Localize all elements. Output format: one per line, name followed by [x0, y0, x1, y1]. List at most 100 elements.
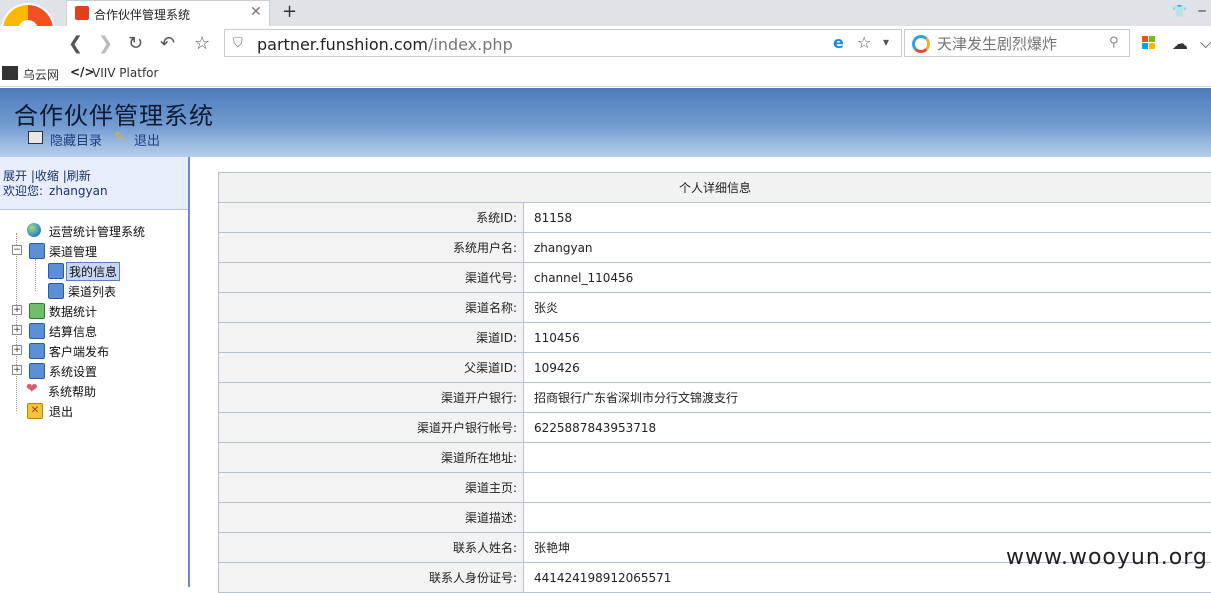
field-label: 父渠道ID: — [219, 353, 524, 383]
table-header-row: 个人详细信息 — [219, 173, 1211, 203]
bookmark-star-icon[interactable]: ☆ — [194, 34, 210, 54]
page-icon — [48, 263, 64, 279]
watermark: www.wooyun.org — [1006, 545, 1208, 570]
main-content: 个人详细信息 系统ID:81158 系统用户名:zhangyan 渠道代号:ch… — [190, 157, 1211, 587]
tree-item-label: 数据统计 — [49, 303, 97, 320]
tree-item-channel-mgmt[interactable]: − 渠道管理 — [12, 242, 182, 260]
field-value: channel_110456 — [524, 263, 1211, 293]
forward-icon[interactable]: ❯ — [98, 34, 113, 54]
tab-close-icon[interactable]: ✕ — [250, 4, 262, 20]
code-icon: </> — [70, 65, 95, 79]
apps-grid-icon[interactable] — [1142, 36, 1156, 50]
table-row: 渠道主页: — [219, 473, 1211, 503]
table-row: 系统ID:81158 — [219, 203, 1211, 233]
folder-open-icon — [29, 243, 45, 259]
sidebar: 展开 |收缩 |刷新 欢迎您:zhangyan 运营统计管理系统 − 渠道管理 … — [0, 157, 190, 587]
search-box[interactable]: ⚲ — [904, 29, 1130, 57]
bookmarks-bar: 乌云网 </> VIIV Platfor — [0, 62, 1211, 87]
address-text[interactable]: partner.funshion.com/index.php — [257, 35, 513, 54]
sidebar-toolbar: 展开 |收缩 |刷新 欢迎您:zhangyan — [0, 157, 188, 210]
tree-item-ops-stats[interactable]: 运营统计管理系统 — [14, 222, 184, 240]
bookmark-wooyun[interactable]: 乌云网 — [23, 66, 59, 83]
collapse-all-link[interactable]: 收缩 — [35, 169, 59, 183]
tree-item-help[interactable]: ❤ 系统帮助 — [14, 382, 184, 400]
expand-all-link[interactable]: 展开 — [3, 169, 27, 183]
welcome-text: 欢迎您:zhangyan — [3, 182, 108, 199]
new-tab-icon[interactable]: + — [282, 1, 297, 22]
tree-item-client-release[interactable]: + 客户端发布 — [12, 342, 182, 360]
field-label: 渠道开户银行帐号: — [219, 413, 524, 443]
tree-item-my-info[interactable]: 我的信息 — [32, 262, 182, 280]
bookmark-viiv[interactable]: VIIV Platfor — [92, 66, 158, 80]
header-decoration — [0, 128, 1211, 157]
table-title: 个人详细信息 — [219, 173, 1211, 203]
collapse-icon[interactable]: − — [12, 245, 22, 255]
page-icon — [48, 283, 64, 299]
expand-icon[interactable]: + — [12, 345, 22, 355]
refresh-link[interactable]: 刷新 — [67, 169, 91, 183]
expand-icon[interactable]: + — [12, 305, 22, 315]
hide-menu-link[interactable]: 隐藏目录 — [50, 130, 102, 149]
logout-link[interactable]: 退出 — [134, 130, 160, 149]
field-label: 渠道主页: — [219, 473, 524, 503]
field-value: 109426 — [524, 353, 1211, 383]
favorite-star-icon[interactable]: ☆ — [857, 33, 871, 52]
expand-icon[interactable]: + — [12, 365, 22, 375]
tree-item-channel-list[interactable]: 渠道列表 — [32, 282, 182, 300]
tree-item-label: 结算信息 — [49, 323, 97, 340]
tab-favicon-icon — [75, 6, 89, 20]
tree-item-settlement[interactable]: + 结算信息 — [12, 322, 182, 340]
ie-mode-icon[interactable]: e — [833, 33, 844, 52]
browser-tab-bar: 合作伙伴管理系统 ✕ + 👕 ─ — [0, 0, 1211, 26]
table-row: 渠道开户银行:招商银行广东省深圳市分行文锦渡支行 — [219, 383, 1211, 413]
table-row: 父渠道ID:109426 — [219, 353, 1211, 383]
field-label: 渠道ID: — [219, 323, 524, 353]
tree-item-system-settings[interactable]: + 系统设置 — [12, 362, 182, 380]
back-icon[interactable]: ❮ — [68, 34, 83, 54]
menu-toggle-icon[interactable] — [28, 131, 43, 144]
app-header: 合作伙伴管理系统 隐藏目录 ✎ 退出 — [0, 88, 1211, 157]
table-row: 渠道开户银行帐号:6225887843953718 — [219, 413, 1211, 443]
field-value: 81158 — [524, 203, 1211, 233]
cloud-icon[interactable]: ☁ — [1172, 34, 1188, 53]
wooyun-favicon-icon — [2, 66, 18, 80]
field-value — [524, 473, 1211, 503]
exit-icon[interactable]: ✎ — [114, 130, 125, 145]
tree-item-label: 客户端发布 — [49, 343, 109, 360]
field-value: 110456 — [524, 323, 1211, 353]
welcome-label: 欢迎您: — [3, 184, 43, 198]
browser-tab[interactable]: 合作伙伴管理系统 ✕ — [66, 0, 270, 26]
tree-item-data-stats[interactable]: + 数据统计 — [12, 302, 182, 320]
table-row: 渠道名称:张炎 — [219, 293, 1211, 323]
search-input[interactable] — [935, 32, 1109, 56]
chevron-down-icon[interactable]: ▾ — [883, 35, 889, 49]
tree-item-label: 渠道管理 — [49, 243, 97, 260]
tree-item-label: 我的信息 — [66, 262, 120, 281]
table-row: 渠道描述: — [219, 503, 1211, 533]
field-label: 渠道代号: — [219, 263, 524, 293]
expand-icon[interactable]: + — [12, 325, 22, 335]
reload-icon[interactable]: ↻ — [128, 34, 143, 54]
tree-item-exit[interactable]: ✕ 退出 — [14, 402, 184, 420]
window-controls[interactable]: 👕 ─ — [1172, 4, 1206, 18]
undo-icon[interactable]: ↶ — [160, 34, 175, 54]
exit-door-icon: ✕ — [27, 403, 43, 419]
page-title: 合作伙伴管理系统 — [14, 96, 214, 131]
field-label: 渠道所在地址: — [219, 443, 524, 473]
address-bar[interactable]: ⛉ partner.funshion.com/index.php e ☆ ▾ — [224, 29, 902, 57]
security-shield-icon[interactable]: ⛉ — [233, 36, 243, 51]
field-label: 渠道开户银行: — [219, 383, 524, 413]
field-value — [524, 503, 1211, 533]
tree-item-label: 运营统计管理系统 — [49, 223, 145, 240]
more-icon[interactable]: ⌵ — [1200, 34, 1211, 52]
heart-icon: ❤ — [26, 381, 40, 395]
detail-table: 个人详细信息 系统ID:81158 系统用户名:zhangyan 渠道代号:ch… — [218, 172, 1211, 593]
tab-title: 合作伙伴管理系统 — [94, 6, 190, 23]
field-label: 系统ID: — [219, 203, 524, 233]
search-icon[interactable]: ⚲ — [1109, 35, 1119, 50]
browser-nav-bar: ❮ ❯ ↻ ↶ ☆ ⛉ partner.funshion.com/index.p… — [0, 26, 1211, 62]
field-label: 联系人姓名: — [219, 533, 524, 563]
monitor-icon — [29, 343, 45, 359]
field-label: 渠道名称: — [219, 293, 524, 323]
search-engine-icon — [912, 35, 930, 53]
